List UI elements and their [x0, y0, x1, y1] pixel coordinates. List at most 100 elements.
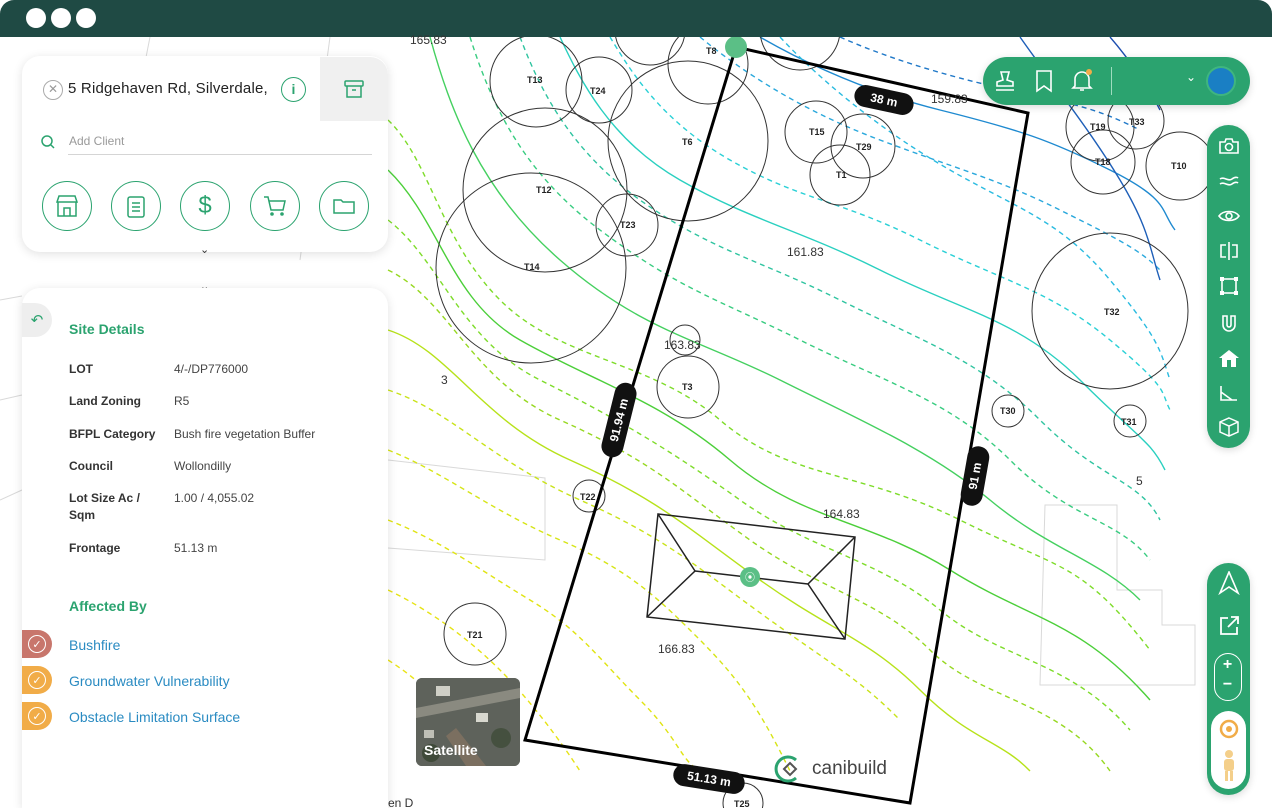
chevron-down-icon[interactable]: ⌄	[200, 243, 209, 256]
detail-label: Land Zoning	[69, 394, 141, 408]
camera-icon[interactable]	[1216, 133, 1242, 159]
elevation-label: 165.83	[410, 33, 447, 47]
chevron-down-icon[interactable]: ⌄	[1186, 70, 1196, 84]
folder-button[interactable]	[319, 181, 369, 231]
elevation-label: 164.83	[823, 507, 860, 521]
tree-label: T19	[1090, 122, 1106, 132]
magnet-icon[interactable]	[1216, 311, 1242, 337]
tree-label: T24	[590, 86, 606, 96]
checklist-button[interactable]	[111, 181, 161, 231]
zoom-in-icon[interactable]: +	[1215, 656, 1240, 674]
clear-address-icon[interactable]: ✕	[43, 80, 63, 100]
north-arrow-icon[interactable]	[1216, 570, 1242, 596]
window-dot[interactable]	[51, 8, 71, 28]
contours-icon[interactable]	[1216, 168, 1242, 194]
detail-value: 1.00 / 4,055.02	[174, 491, 255, 505]
tree-label: T18	[1095, 157, 1111, 167]
archive-icon	[344, 80, 364, 98]
tree-label: T15	[809, 127, 825, 137]
folder-icon	[333, 199, 355, 214]
window-dot[interactable]	[76, 8, 96, 28]
lot-number-label: 5	[1136, 474, 1143, 488]
check-icon: ✓	[28, 635, 46, 653]
tree-label: T10	[1171, 161, 1187, 171]
zoom-control: + −	[1214, 653, 1242, 701]
obstacle-badge: ✓	[22, 702, 52, 730]
store-button[interactable]	[42, 181, 92, 231]
detail-value: 51.13 m	[174, 541, 218, 555]
tree-label: T31	[1121, 417, 1137, 427]
store-icon	[55, 195, 79, 217]
street-label: en D	[388, 796, 414, 808]
tree-label: T6	[682, 137, 693, 147]
brand-logo: canibuild	[772, 754, 887, 784]
top-toolbar: ⌄	[983, 57, 1250, 105]
detail-label: BFPL Category	[69, 427, 156, 441]
tree-label: T30	[1000, 406, 1016, 416]
tree-label: T32	[1104, 307, 1120, 317]
groundwater-badge: ✓	[22, 666, 52, 694]
toolbar-divider	[1111, 67, 1112, 95]
stamp-icon[interactable]	[992, 68, 1018, 94]
tree-label: T3	[682, 382, 693, 392]
zoom-out-icon[interactable]: −	[1215, 676, 1240, 694]
elevation-label: 161.83	[787, 245, 824, 259]
external-link-icon[interactable]	[1216, 613, 1242, 639]
tree-label: T25	[734, 799, 750, 808]
house-icon[interactable]	[1216, 345, 1242, 371]
street-view-control[interactable]	[1211, 711, 1246, 789]
cart-button[interactable]	[250, 181, 300, 231]
affected-link-bushfire[interactable]: Bushfire	[69, 637, 120, 653]
tree-label: T14	[524, 262, 540, 272]
client-underline	[68, 154, 372, 155]
elevation-label: 163.83	[664, 338, 701, 352]
site-details-title: Site Details	[69, 321, 145, 337]
tree-label: T22	[580, 492, 596, 502]
detail-label: Frontage	[69, 541, 121, 555]
avatar[interactable]	[1206, 66, 1236, 96]
tree-label: T13	[527, 75, 543, 85]
satellite-toggle[interactable]: Satellite	[416, 678, 520, 766]
info-icon[interactable]: i	[281, 77, 306, 102]
add-client-input[interactable]: Add Client	[69, 134, 124, 148]
canibuild-logo-icon	[774, 755, 798, 783]
affected-link-groundwater[interactable]: Groundwater Vulnerability	[69, 673, 230, 689]
setback-icon[interactable]	[1216, 380, 1242, 406]
tree-label: T1	[836, 170, 847, 180]
elevation-label: 159.83	[931, 92, 968, 106]
check-icon: ✓	[28, 707, 46, 725]
tree-label: T21	[467, 630, 483, 640]
3d-cube-icon[interactable]	[1216, 414, 1242, 440]
detail-label: LOT	[69, 362, 93, 376]
eye-icon[interactable]	[1216, 203, 1242, 229]
address-input[interactable]: 5 Ridgehaven Rd, Silverdale,	[68, 80, 268, 97]
cart-icon	[264, 196, 286, 216]
tree-label: T23	[620, 220, 636, 230]
affected-link-obstacle[interactable]: Obstacle Limitation Surface	[69, 709, 240, 725]
split-view-icon[interactable]	[1216, 238, 1242, 264]
search-icon	[41, 135, 55, 149]
boundary-icon[interactable]	[1216, 273, 1242, 299]
svg-text:⦿: ⦿	[745, 572, 755, 584]
window-titlebar	[0, 0, 1272, 37]
detail-label: Lot Size Ac / Sqm	[69, 491, 140, 522]
tree-label: T8	[706, 46, 717, 56]
elevation-label: 166.83	[658, 642, 695, 656]
bookmark-icon[interactable]	[1031, 68, 1057, 94]
check-icon: ✓	[28, 671, 46, 689]
detail-value: Bush fire vegetation Buffer	[174, 427, 316, 441]
detail-label: Council	[69, 459, 113, 473]
archive-tab[interactable]	[320, 57, 388, 121]
affected-by-title: Affected By	[69, 598, 147, 614]
rotate-view-icon[interactable]	[1217, 717, 1241, 741]
clipboard-icon	[127, 196, 145, 218]
window-dot[interactable]	[26, 8, 46, 28]
pricing-button[interactable]: $	[180, 181, 230, 231]
bell-icon[interactable]	[1069, 68, 1095, 94]
pegman-icon[interactable]	[1220, 749, 1238, 783]
brand-name: canibuild	[812, 758, 887, 779]
tree-label: T29	[856, 142, 872, 152]
satellite-label: Satellite	[424, 742, 478, 758]
bushfire-badge: ✓	[22, 630, 52, 658]
tree-label: T12	[536, 185, 552, 195]
